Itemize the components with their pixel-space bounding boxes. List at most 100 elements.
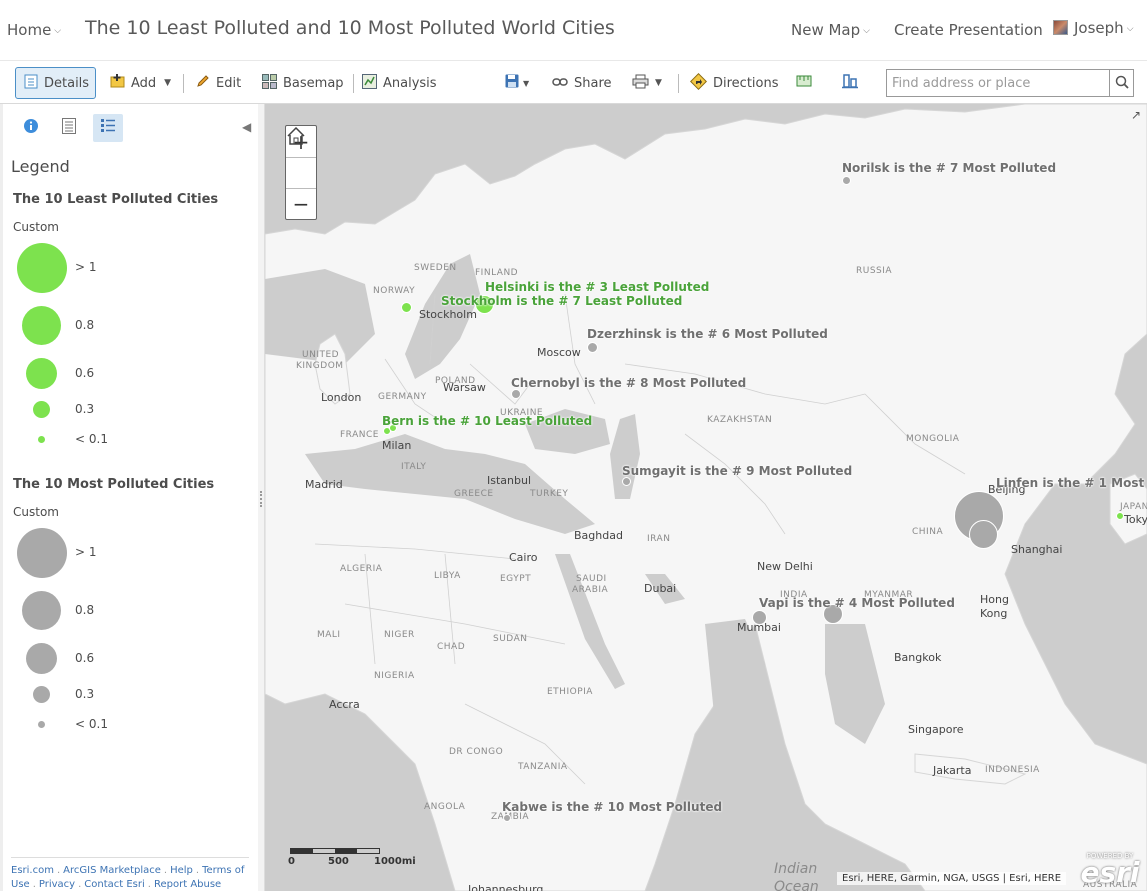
legend-class-label: > 1 (75, 545, 97, 559)
details-panel: ◀ Legend The 10 Least Polluted Cities Cu… (0, 104, 258, 891)
footer-link-esri[interactable]: Esri.com (11, 865, 54, 876)
feature-label-stockholm: Stockholm is the # 7 Least Polluted (441, 294, 683, 308)
feature-label-bern: Bern is the # 10 Least Polluted (382, 414, 593, 428)
map-country-label: EGYPT (500, 574, 532, 584)
user-name: Joseph (1074, 19, 1124, 37)
add-label: Add (131, 75, 157, 91)
map-point-most-polluted[interactable] (503, 814, 511, 822)
user-menu[interactable]: Joseph ⌵ (1053, 19, 1134, 37)
map-city-label: Kong (980, 607, 1008, 620)
bookmarks-button[interactable] (842, 67, 858, 99)
feature-label-vapi: Vapi is the # 4 Most Polluted (759, 596, 955, 610)
footer-link-privacy[interactable]: Privacy (39, 879, 75, 890)
chevron-down-icon: ⌵ (54, 26, 62, 36)
drag-handle-icon (260, 491, 262, 507)
map-country-label: ETHIOPIA (547, 687, 593, 697)
map-point-most-polluted[interactable] (969, 520, 998, 549)
map-country-label: IRAN (647, 534, 671, 544)
map-point-least-polluted[interactable] (1116, 512, 1124, 520)
map-point-least-polluted[interactable] (401, 302, 412, 313)
search-button[interactable] (1109, 70, 1133, 96)
panel-footer: Esri.com. ArcGIS Marketplace. Help. Terms o… (11, 857, 249, 892)
map-city-label: Stockholm (419, 308, 477, 321)
basemap-grid-icon (262, 73, 277, 93)
map-country-label: GREECE (454, 489, 494, 499)
zoom-out-button[interactable]: − (286, 188, 316, 219)
esri-logo[interactable]: POWERED BY esri (1079, 852, 1141, 887)
footer-link-report-abuse[interactable]: Report Abuse (154, 879, 221, 890)
analysis-label: Analysis (383, 75, 437, 91)
print-button[interactable]: ▼ (632, 67, 662, 99)
map-attribution: Esri, HERE, Garmin, NGA, USGS | Esri, HE… (837, 872, 1067, 885)
map-country-label: NIGER (384, 630, 415, 640)
legend-class-label: > 1 (75, 260, 97, 274)
home-menu[interactable]: Home ⌵ (7, 21, 61, 39)
map-point-most-polluted[interactable] (752, 610, 767, 625)
caret-down-icon: ▼ (655, 78, 662, 88)
map-city-label: Moscow (537, 346, 581, 359)
caret-down-icon: ▼ (164, 78, 172, 88)
bookmark-icon (842, 73, 858, 93)
share-label: Share (574, 75, 612, 91)
map-point-most-polluted[interactable] (587, 342, 598, 353)
default-extent-button[interactable] (286, 126, 316, 188)
collapse-panel-icon[interactable]: ◀ (242, 120, 251, 134)
add-button[interactable]: Add ▼ (110, 67, 171, 99)
directions-label: Directions (713, 75, 779, 91)
directions-button[interactable]: Directions (690, 67, 779, 99)
new-map-menu[interactable]: New Map ⌵ (791, 21, 870, 39)
map-country-label: DR CONGO (449, 747, 504, 757)
map-city-label: Accra (329, 698, 360, 711)
basemap-button[interactable]: Basemap (262, 67, 344, 99)
map-city-label: Baghdad (574, 529, 623, 542)
save-button[interactable]: ▼ (505, 67, 529, 99)
expand-icon[interactable]: ↗ (1131, 108, 1141, 122)
footer-link-help[interactable]: Help (170, 865, 193, 876)
map-country-label: KAZAKHSTAN (707, 415, 773, 425)
footer-link-marketplace[interactable]: ArcGIS Marketplace (63, 865, 161, 876)
panel-splitter[interactable] (258, 104, 265, 891)
analysis-button[interactable]: Analysis (362, 67, 437, 99)
chevron-down-icon: ⌵ (1126, 24, 1134, 34)
search-input[interactable] (887, 70, 1109, 96)
legend-class-label: < 0.1 (75, 432, 108, 446)
map-ocean-label: Indian (774, 861, 818, 877)
chevron-down-icon: ⌵ (863, 26, 870, 36)
map-point-most-polluted[interactable] (842, 176, 851, 185)
tab-content[interactable] (54, 114, 84, 142)
tab-about[interactable] (16, 114, 46, 142)
map-city-label: New Delhi (757, 560, 813, 573)
zoom-controls: + − (285, 125, 317, 220)
tab-legend[interactable] (93, 114, 123, 142)
new-map-label: New Map (791, 21, 861, 39)
feature-label-helsinki: Helsinki is the # 3 Least Polluted (485, 280, 710, 294)
measure-button[interactable] (796, 67, 812, 99)
legend-symbol (22, 591, 61, 630)
details-button[interactable]: Details (15, 67, 96, 99)
home-label: Home (7, 21, 52, 39)
map-city-label: Istanbul (487, 474, 532, 487)
edit-button[interactable]: Edit (196, 67, 241, 99)
map-city-label: Dubai (644, 582, 677, 595)
app-header: Home ⌵ The 10 Least Polluted and 10 Most … (0, 0, 1147, 60)
footer-separator: . (147, 879, 151, 890)
content-list-icon (62, 118, 76, 138)
map-point-most-polluted[interactable] (511, 389, 521, 399)
feature-label-kabwe: Kabwe is the # 10 Most Polluted (502, 800, 723, 814)
search-icon (1115, 74, 1129, 93)
legend-class-label: 0.8 (75, 318, 95, 332)
legend-title: Legend (11, 157, 70, 176)
legend-symbol (38, 436, 45, 443)
map-country-label: NIGERIA (374, 671, 415, 681)
map-view[interactable]: SWEDEN FINLAND NORWAY RUSSIA UNITED KING… (265, 104, 1147, 891)
footer-link-contact[interactable]: Contact Esri (84, 879, 145, 890)
map-country-label: KINGDOM (296, 361, 344, 371)
map-country-label: NORWAY (373, 286, 416, 296)
map-point-most-polluted[interactable] (622, 477, 631, 486)
details-icon (24, 74, 38, 93)
map-country-label: ALGERIA (340, 564, 383, 574)
legend-symbol (17, 528, 67, 578)
create-presentation-link[interactable]: Create Presentation (894, 21, 1043, 39)
share-button[interactable]: Share (552, 67, 612, 99)
footer-separator: . (195, 865, 200, 876)
